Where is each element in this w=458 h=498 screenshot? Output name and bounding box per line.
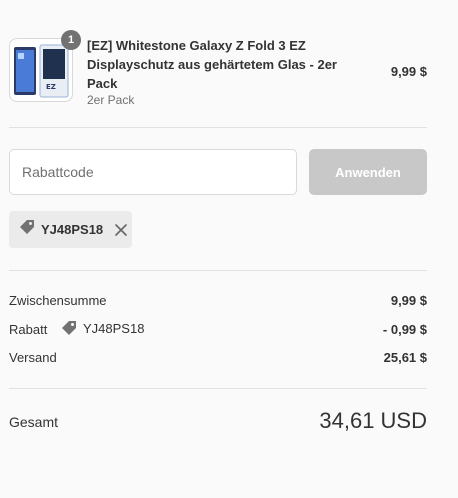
applied-discount-code: YJ48PS18 [41, 222, 104, 237]
divider [9, 270, 427, 271]
discount-code-display: YJ48PS18 [61, 320, 144, 336]
product-price: 9,99 $ [390, 64, 427, 79]
total-label: Gesamt [9, 414, 59, 430]
divider [9, 127, 427, 128]
product-image: EZ [14, 44, 69, 98]
divider [9, 388, 427, 389]
apply-discount-button[interactable]: Anwenden [309, 149, 427, 195]
discount-code-text: YJ48PS18 [83, 320, 145, 336]
shipping-label: Versand [9, 350, 57, 365]
subtotal-value: 9,99 $ [390, 293, 427, 308]
svg-text:EZ: EZ [46, 83, 56, 91]
product-title: [EZ] Whitestone Galaxy Z Fold 3 EZ Displ… [87, 38, 337, 91]
subtotal-label: Zwischensumme [9, 293, 107, 308]
line-item: EZ 1 [EZ] Whitestone Galaxy Z Fold 3 EZ … [9, 30, 427, 110]
applied-discount-chip: YJ48PS18 [9, 211, 132, 248]
tag-icon [19, 219, 35, 240]
shipping-value: 25,61 $ [383, 350, 427, 365]
total-value: 34,61 USD [319, 408, 427, 433]
quantity-badge: 1 [61, 30, 81, 50]
discount-label: Rabatt [9, 322, 48, 337]
product-thumbnail: EZ [9, 38, 73, 102]
discount-value: - 0,99 $ [382, 322, 427, 337]
product-variant: 2er Pack [87, 93, 135, 107]
tag-icon [62, 321, 76, 335]
discount-code-input[interactable] [9, 149, 297, 195]
close-icon[interactable] [115, 223, 127, 236]
